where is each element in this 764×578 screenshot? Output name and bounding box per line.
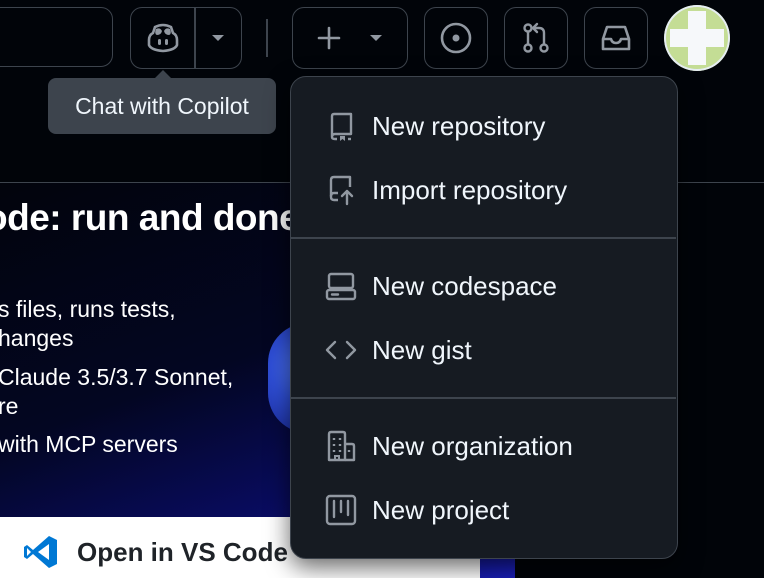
create-new-button[interactable]: [292, 7, 408, 69]
menu-divider: [291, 397, 676, 399]
menu-item-new-codespace[interactable]: New codespace: [291, 258, 676, 314]
banner-text-line: with MCP servers: [0, 431, 178, 457]
menu-item-label: New gist: [372, 334, 472, 365]
global-header: [0, 0, 764, 80]
search-input[interactable]: [0, 7, 113, 67]
plus-icon: [317, 26, 341, 50]
menu-item-label: Import repository: [372, 174, 568, 205]
organization-icon: [325, 430, 357, 462]
triangle-down-icon: [212, 35, 225, 41]
table-icon: [325, 494, 357, 526]
menu-item-new-repository[interactable]: New repository: [291, 98, 676, 154]
banner-text-line: hanges: [0, 325, 74, 351]
menu-item-new-organization[interactable]: New organization: [291, 418, 676, 474]
inbox-icon: [601, 25, 631, 51]
git-pull-request-icon: [523, 22, 549, 53]
open-in-vscode-label: Open in VS Code: [77, 536, 288, 567]
menu-item-label: New codespace: [372, 270, 557, 301]
menu-item-label: New repository: [372, 110, 546, 141]
inbox-button[interactable]: [584, 7, 648, 69]
menu-divider: [291, 237, 676, 239]
avatar[interactable]: [664, 5, 730, 71]
header-separator: [266, 19, 268, 57]
repo-push-icon: [325, 174, 357, 206]
copilot-menu-button[interactable]: [196, 8, 241, 68]
copilot-icon: [147, 23, 178, 53]
triangle-down-icon: [370, 35, 382, 41]
menu-item-import-repository[interactable]: Import repository: [291, 162, 676, 218]
copilot-tooltip: Chat with Copilot: [48, 78, 276, 134]
menu-item-label: New organization: [372, 430, 573, 461]
codespaces-icon: [325, 270, 357, 302]
menu-item-new-gist[interactable]: New gist: [291, 322, 676, 378]
menu-item-new-project[interactable]: New project: [291, 482, 676, 538]
vscode-icon: [24, 536, 57, 568]
code-icon: [325, 334, 357, 366]
banner-text-line: Claude 3.5/3.7 Sonnet,: [0, 364, 234, 390]
copilot-button[interactable]: [131, 8, 194, 68]
repo-icon: [325, 110, 357, 142]
banner-text-line: re: [0, 393, 19, 419]
create-new-menu: New repository Import repository New cod…: [290, 76, 678, 559]
banner-title: ode: run and done: [0, 197, 300, 238]
pull-requests-button[interactable]: [504, 7, 568, 69]
issues-button[interactable]: [424, 7, 488, 69]
banner-text-line: s files, runs tests,: [0, 296, 176, 322]
menu-item-label: New project: [372, 494, 510, 525]
issue-opened-icon: [440, 22, 472, 54]
copilot-split-button: [130, 7, 242, 69]
avatar-ring: [664, 5, 730, 71]
